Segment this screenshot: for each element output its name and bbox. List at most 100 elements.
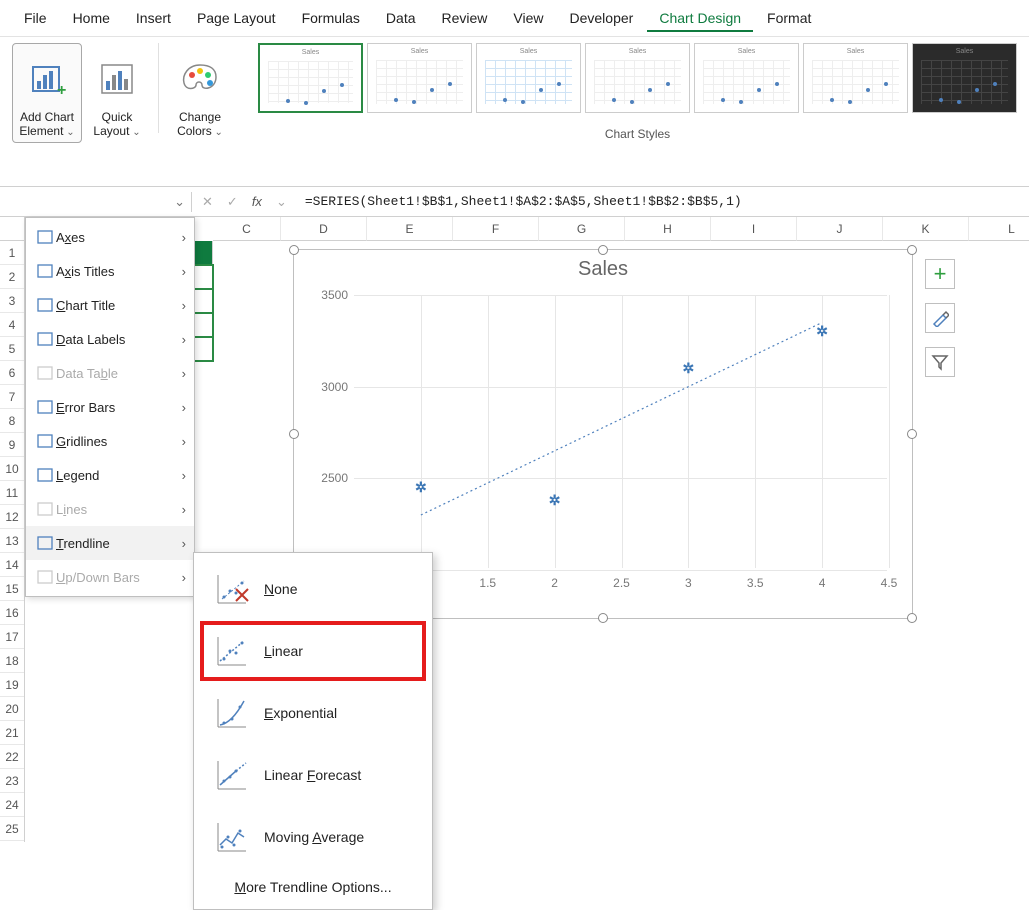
menu-review[interactable]: Review [430,4,500,32]
chart-style-6[interactable]: Sales [803,43,908,113]
chart-element-menu-data-labels[interactable]: Data Labels› [26,322,194,356]
add-chart-element-button[interactable]: + Add Chart Element [12,43,82,143]
row-header-10[interactable]: 10 [0,457,24,481]
row-header-6[interactable]: 6 [0,361,24,385]
chart-filters-button[interactable] [925,347,955,377]
row-header-3[interactable]: 3 [0,289,24,313]
row-header-23[interactable]: 23 [0,769,24,793]
chevron-right-icon: › [182,230,186,245]
menu-data[interactable]: Data [374,4,428,32]
formula-input[interactable]: =SERIES(Sheet1!$B$1,Sheet1!$A$2:$A$5,She… [297,190,1029,213]
row-header-9[interactable]: 9 [0,433,24,457]
cancel-formula-icon[interactable]: ✕ [202,194,213,210]
palette-icon [178,48,222,110]
chart-styles-button[interactable] [925,303,955,333]
trendline-option-exponential[interactable]: Exponential [200,683,426,743]
data-point[interactable]: ✲ [682,362,694,374]
col-header-K[interactable]: K [883,217,969,241]
menu-chart-design[interactable]: Chart Design [647,4,753,32]
row-header-19[interactable]: 19 [0,673,24,697]
chart-style-3[interactable]: Sales [476,43,581,113]
menu-home[interactable]: Home [61,4,122,32]
chart-style-4[interactable]: Sales [585,43,690,113]
chevron-right-icon: › [182,536,186,551]
row-header-7[interactable]: 7 [0,385,24,409]
data-point[interactable]: ✲ [549,494,561,506]
chart-elements-button[interactable]: + [925,259,955,289]
row-header-20[interactable]: 20 [0,697,24,721]
chart-title[interactable]: Sales [294,250,912,289]
row-headers[interactable]: 1234567891011121314151617181920212223242… [0,217,25,842]
change-colors-button[interactable]: Change Colors [165,43,235,143]
row-header-25[interactable]: 25 [0,817,24,841]
chart-styles-gallery[interactable]: SalesSalesSalesSalesSalesSalesSales [258,43,1017,113]
menu-file[interactable]: File [12,4,59,32]
trendline-option-label: Linear [264,643,303,659]
row-header-5[interactable]: 5 [0,337,24,361]
trendline-option-linear-forecast[interactable]: Linear Forecast [200,745,426,805]
row-header-2[interactable]: 2 [0,265,24,289]
row-header-16[interactable]: 16 [0,601,24,625]
enter-formula-icon[interactable]: ✓ [227,194,238,210]
fx-icon[interactable]: fx [252,194,262,209]
chevron-right-icon: › [182,264,186,279]
data-point[interactable]: ✲ [816,326,828,338]
menu-item-label: Legend [56,468,182,483]
row-header-4[interactable]: 4 [0,313,24,337]
trendline-option-icon [214,633,250,669]
col-header-L[interactable]: L [969,217,1029,241]
trendline-option-linear[interactable]: Linear [200,621,426,681]
col-header-H[interactable]: H [625,217,711,241]
col-header-E[interactable]: E [367,217,453,241]
row-header-13[interactable]: 13 [0,529,24,553]
col-header-F[interactable]: F [453,217,539,241]
more-trendline-options[interactable]: More Trendline Options... [194,869,432,905]
menu-formulas[interactable]: Formulas [290,4,372,32]
chart-style-5[interactable]: Sales [694,43,799,113]
row-header-8[interactable]: 8 [0,409,24,433]
trendline-option-moving-average[interactable]: Moving Average [200,807,426,867]
row-header-24[interactable]: 24 [0,793,24,817]
name-box[interactable]: ⌄ [4,192,192,212]
menu-view[interactable]: View [501,4,555,32]
col-header-G[interactable]: G [539,217,625,241]
menu-format[interactable]: Format [755,4,823,32]
row-header-12[interactable]: 12 [0,505,24,529]
worksheet-grid[interactable]: 1234567891011121314151617181920212223242… [0,217,1029,842]
row-header-15[interactable]: 15 [0,577,24,601]
row-header-22[interactable]: 22 [0,745,24,769]
chart-element-menu-legend[interactable]: Legend› [26,458,194,492]
row-header-21[interactable]: 21 [0,721,24,745]
chart-element-menu-axes[interactable]: Axes› [26,220,194,254]
fx-chevron-icon[interactable]: ⌄ [276,194,287,210]
data-point[interactable]: ✲ [415,482,427,494]
col-header-J[interactable]: J [797,217,883,241]
row-header-11[interactable]: 11 [0,481,24,505]
chart-style-1[interactable]: Sales [258,43,363,113]
trendline-option-label: Moving Average [264,829,364,845]
chart-style-2[interactable]: Sales [367,43,472,113]
quick-layout-button[interactable]: Quick Layout [82,43,152,143]
menu-developer[interactable]: Developer [558,4,646,32]
plot-area[interactable]: 200025003000350011.522.533.544.5✲✲✲✲ [354,295,887,568]
row-header-1[interactable]: 1 [0,241,24,265]
menu-insert[interactable]: Insert [124,4,183,32]
menu-page-layout[interactable]: Page Layout [185,4,288,32]
chart-element-menu-chart-title[interactable]: Chart Title› [26,288,194,322]
col-header-I[interactable]: I [711,217,797,241]
col-header-D[interactable]: D [281,217,367,241]
menu-item-label: Up/Down Bars [56,570,182,585]
chart-element-menu-data-table: Data Table› [26,356,194,390]
col-header-C[interactable]: C [213,217,281,241]
row-header-17[interactable]: 17 [0,625,24,649]
chart-element-menu-trendline[interactable]: Trendline› [26,526,194,560]
trendline-option-none[interactable]: None [200,559,426,619]
chart-element-menu-error-bars[interactable]: Error Bars› [26,390,194,424]
menu-item-label: Data Table [56,366,182,381]
row-header-14[interactable]: 14 [0,553,24,577]
row-header-18[interactable]: 18 [0,649,24,673]
chart-styles-label: Chart Styles [258,127,1017,141]
chart-style-7[interactable]: Sales [912,43,1017,113]
chart-element-menu-axis-titles[interactable]: Axis Titles› [26,254,194,288]
chart-element-menu-gridlines[interactable]: Gridlines› [26,424,194,458]
